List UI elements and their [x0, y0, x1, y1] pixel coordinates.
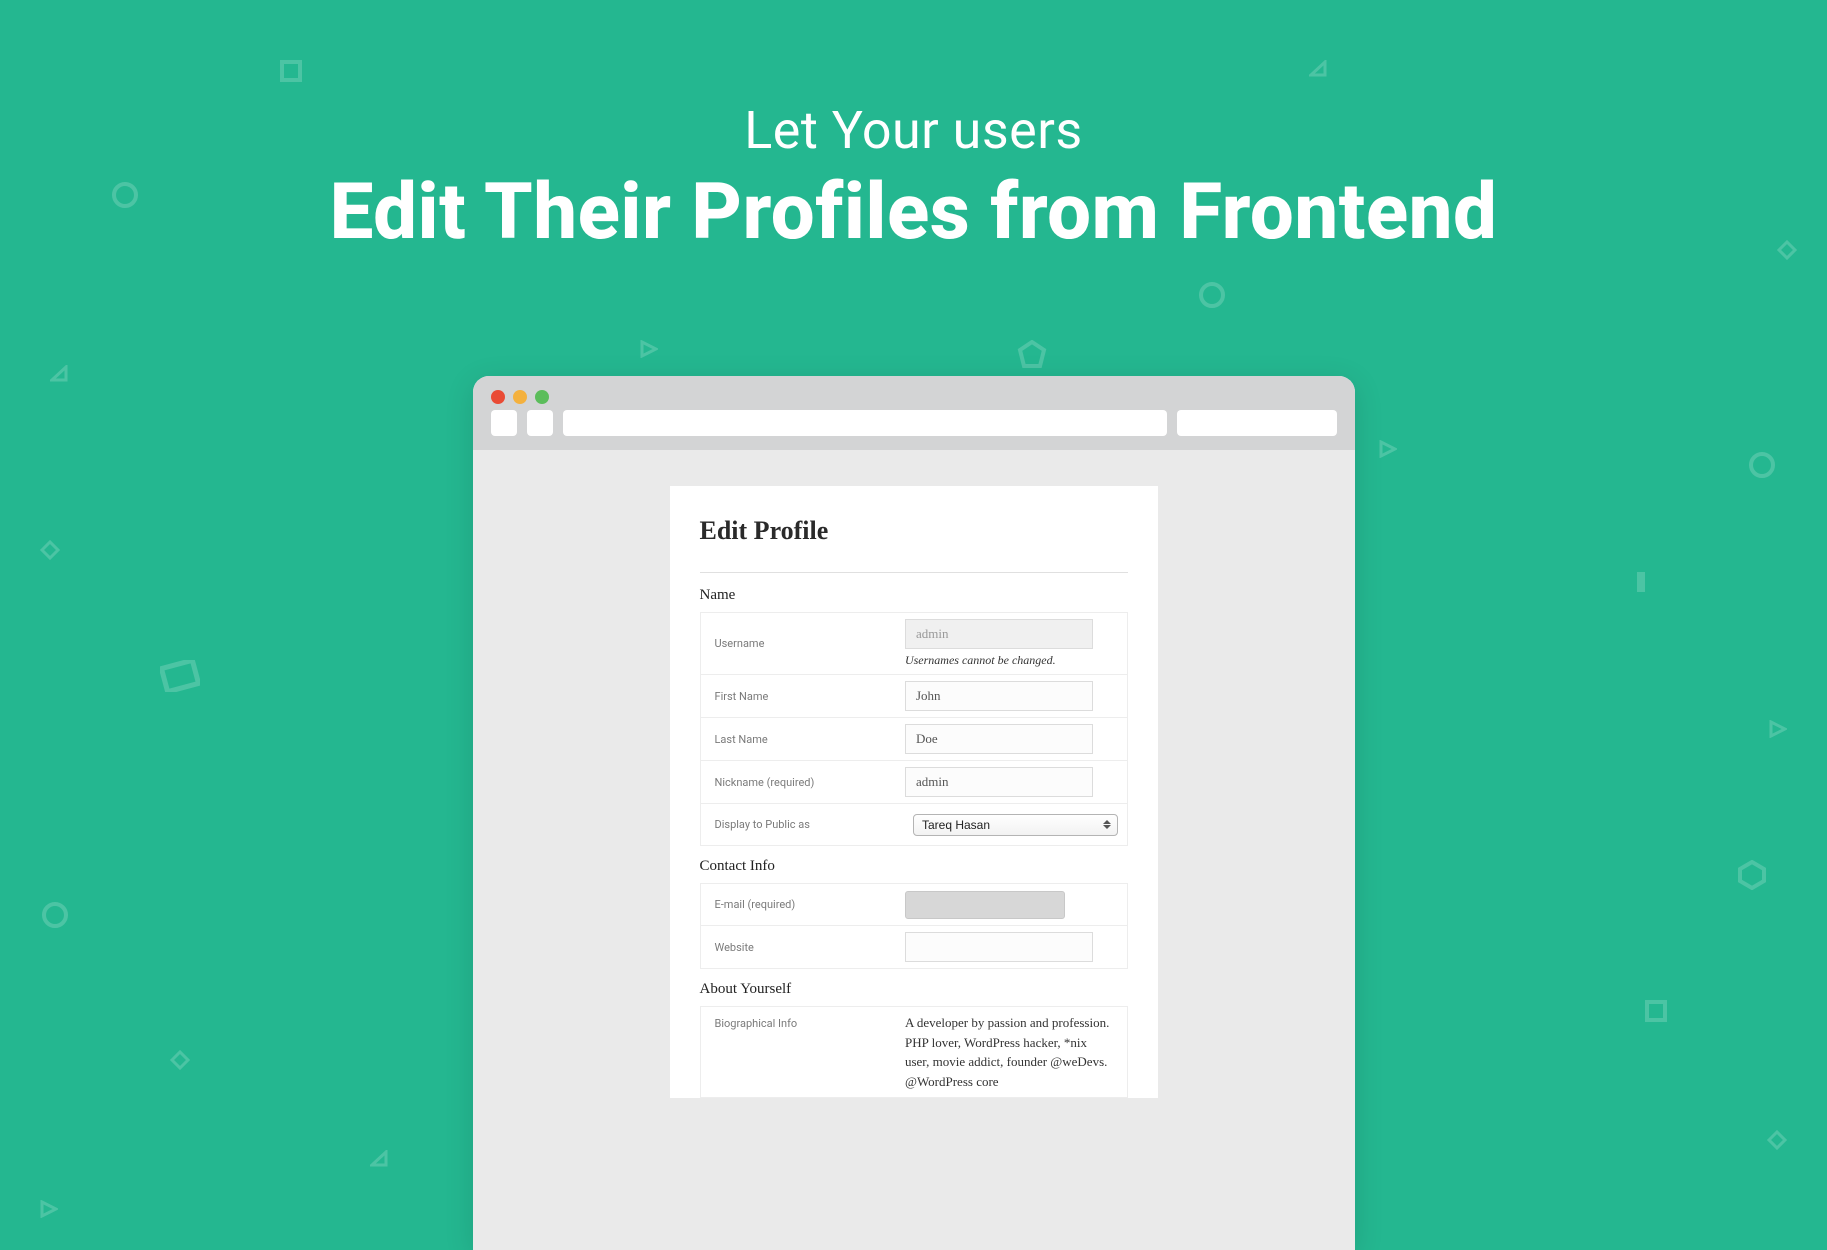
label-first-name: First Name: [701, 675, 905, 717]
nickname-field[interactable]: [905, 767, 1093, 797]
section-contact-heading: Contact Info: [700, 858, 1128, 875]
label-display-name: Display to Public as: [701, 804, 905, 845]
section-about-heading: About Yourself: [700, 981, 1128, 998]
toolbar-search[interactable]: [1177, 410, 1337, 436]
page-title: Edit Profile: [700, 516, 1128, 546]
label-bio: Biographical Info: [701, 1007, 905, 1097]
browser-mock: Edit Profile Name Username Usernames can…: [473, 376, 1355, 1250]
label-last-name: Last Name: [701, 718, 905, 760]
profile-form-card: Edit Profile Name Username Usernames can…: [670, 486, 1158, 1098]
about-section: Biographical Info A developer by passion…: [700, 1006, 1128, 1098]
display-name-value: Tareq Hasan: [922, 818, 990, 832]
email-field-redacted[interactable]: [905, 891, 1065, 919]
label-email: E-mail (required): [701, 884, 905, 925]
close-icon[interactable]: [491, 390, 505, 404]
name-section: Username Usernames cannot be changed. Fi…: [700, 612, 1128, 846]
label-nickname: Nickname (required): [701, 761, 905, 803]
display-name-select[interactable]: Tareq Hasan: [913, 814, 1119, 836]
toolbar-button-1[interactable]: [491, 410, 517, 436]
maximize-icon[interactable]: [535, 390, 549, 404]
last-name-field[interactable]: [905, 724, 1093, 754]
first-name-field[interactable]: [905, 681, 1093, 711]
label-website: Website: [701, 926, 905, 968]
contact-section: E-mail (required) Website: [700, 883, 1128, 969]
divider: [700, 572, 1128, 573]
username-field: [905, 619, 1093, 649]
address-bar[interactable]: [563, 410, 1167, 436]
bio-field[interactable]: A developer by passion and profession. P…: [905, 1013, 1119, 1091]
chevron-updown-icon: [1101, 817, 1113, 833]
label-username: Username: [701, 613, 905, 674]
traffic-lights: [491, 390, 549, 404]
section-name-heading: Name: [700, 587, 1128, 604]
hero-subtitle: Let Your users: [0, 100, 1827, 161]
browser-titlebar: [473, 376, 1355, 410]
browser-toolbar: [473, 410, 1355, 450]
hero-title: Edit Their Profiles from Frontend: [0, 167, 1827, 258]
browser-viewport: Edit Profile Name Username Usernames can…: [473, 450, 1355, 1250]
username-help-text: Usernames cannot be changed.: [905, 653, 1119, 668]
toolbar-button-2[interactable]: [527, 410, 553, 436]
website-field[interactable]: [905, 932, 1093, 962]
minimize-icon[interactable]: [513, 390, 527, 404]
hero: Let Your users Edit Their Profiles from …: [0, 100, 1827, 258]
